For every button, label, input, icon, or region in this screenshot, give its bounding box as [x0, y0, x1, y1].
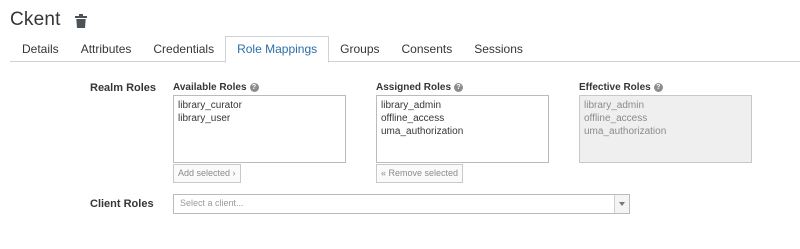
trash-icon[interactable] — [74, 14, 87, 28]
available-roles-label: Available Roles — [173, 82, 247, 93]
dropdown-toggle[interactable] — [614, 195, 629, 213]
tab-sessions[interactable]: Sessions — [463, 36, 534, 62]
help-icon[interactable]: ? — [653, 83, 663, 92]
page-header: Ckent — [10, 6, 87, 34]
help-icon[interactable]: ? — [454, 83, 464, 92]
tab-details[interactable]: Details — [10, 36, 70, 62]
effective-roles-heading: Effective Roles ? — [579, 82, 663, 93]
tab-consents[interactable]: Consents — [391, 36, 464, 62]
list-item: uma_authorization — [584, 126, 667, 137]
assigned-roles-list[interactable]: library_admin offline_access uma_authori… — [376, 95, 549, 163]
list-item: offline_access — [584, 113, 648, 124]
help-icon[interactable]: ? — [249, 83, 259, 92]
list-item[interactable]: uma_authorization — [381, 125, 544, 138]
realm-roles-label: Realm Roles — [90, 82, 157, 94]
effective-roles-label: Effective Roles — [579, 82, 651, 93]
effective-roles-list: library_admin offline_access uma_authori… — [579, 95, 752, 163]
tab-bar: Details Attributes Credentials Role Mapp… — [10, 36, 800, 63]
assigned-roles-label: Assigned Roles — [376, 82, 452, 93]
chevron-down-icon — [619, 202, 625, 206]
list-item[interactable]: library_curator — [178, 99, 341, 112]
available-roles-list[interactable]: library_curator library_user — [173, 95, 346, 163]
client-select[interactable]: Select a client... — [173, 194, 630, 214]
remove-selected-button[interactable]: « Remove selected — [376, 164, 464, 183]
tab-credentials[interactable]: Credentials — [142, 36, 225, 62]
tab-attributes[interactable]: Attributes — [70, 36, 143, 62]
tab-groups[interactable]: Groups — [329, 36, 390, 62]
available-roles-heading: Available Roles ? — [173, 82, 259, 93]
list-item[interactable]: offline_access — [381, 112, 544, 125]
page-title: Ckent — [10, 9, 61, 30]
list-item[interactable]: library_user — [178, 112, 341, 125]
list-item: library_admin — [584, 100, 645, 111]
add-selected-button[interactable]: Add selected › — [173, 164, 241, 183]
assigned-roles-heading: Assigned Roles ? — [376, 82, 464, 93]
list-item[interactable]: library_admin — [381, 99, 544, 112]
tab-role-mappings[interactable]: Role Mappings — [225, 36, 330, 63]
client-roles-label: Client Roles — [90, 198, 154, 210]
client-select-placeholder: Select a client... — [180, 198, 244, 208]
